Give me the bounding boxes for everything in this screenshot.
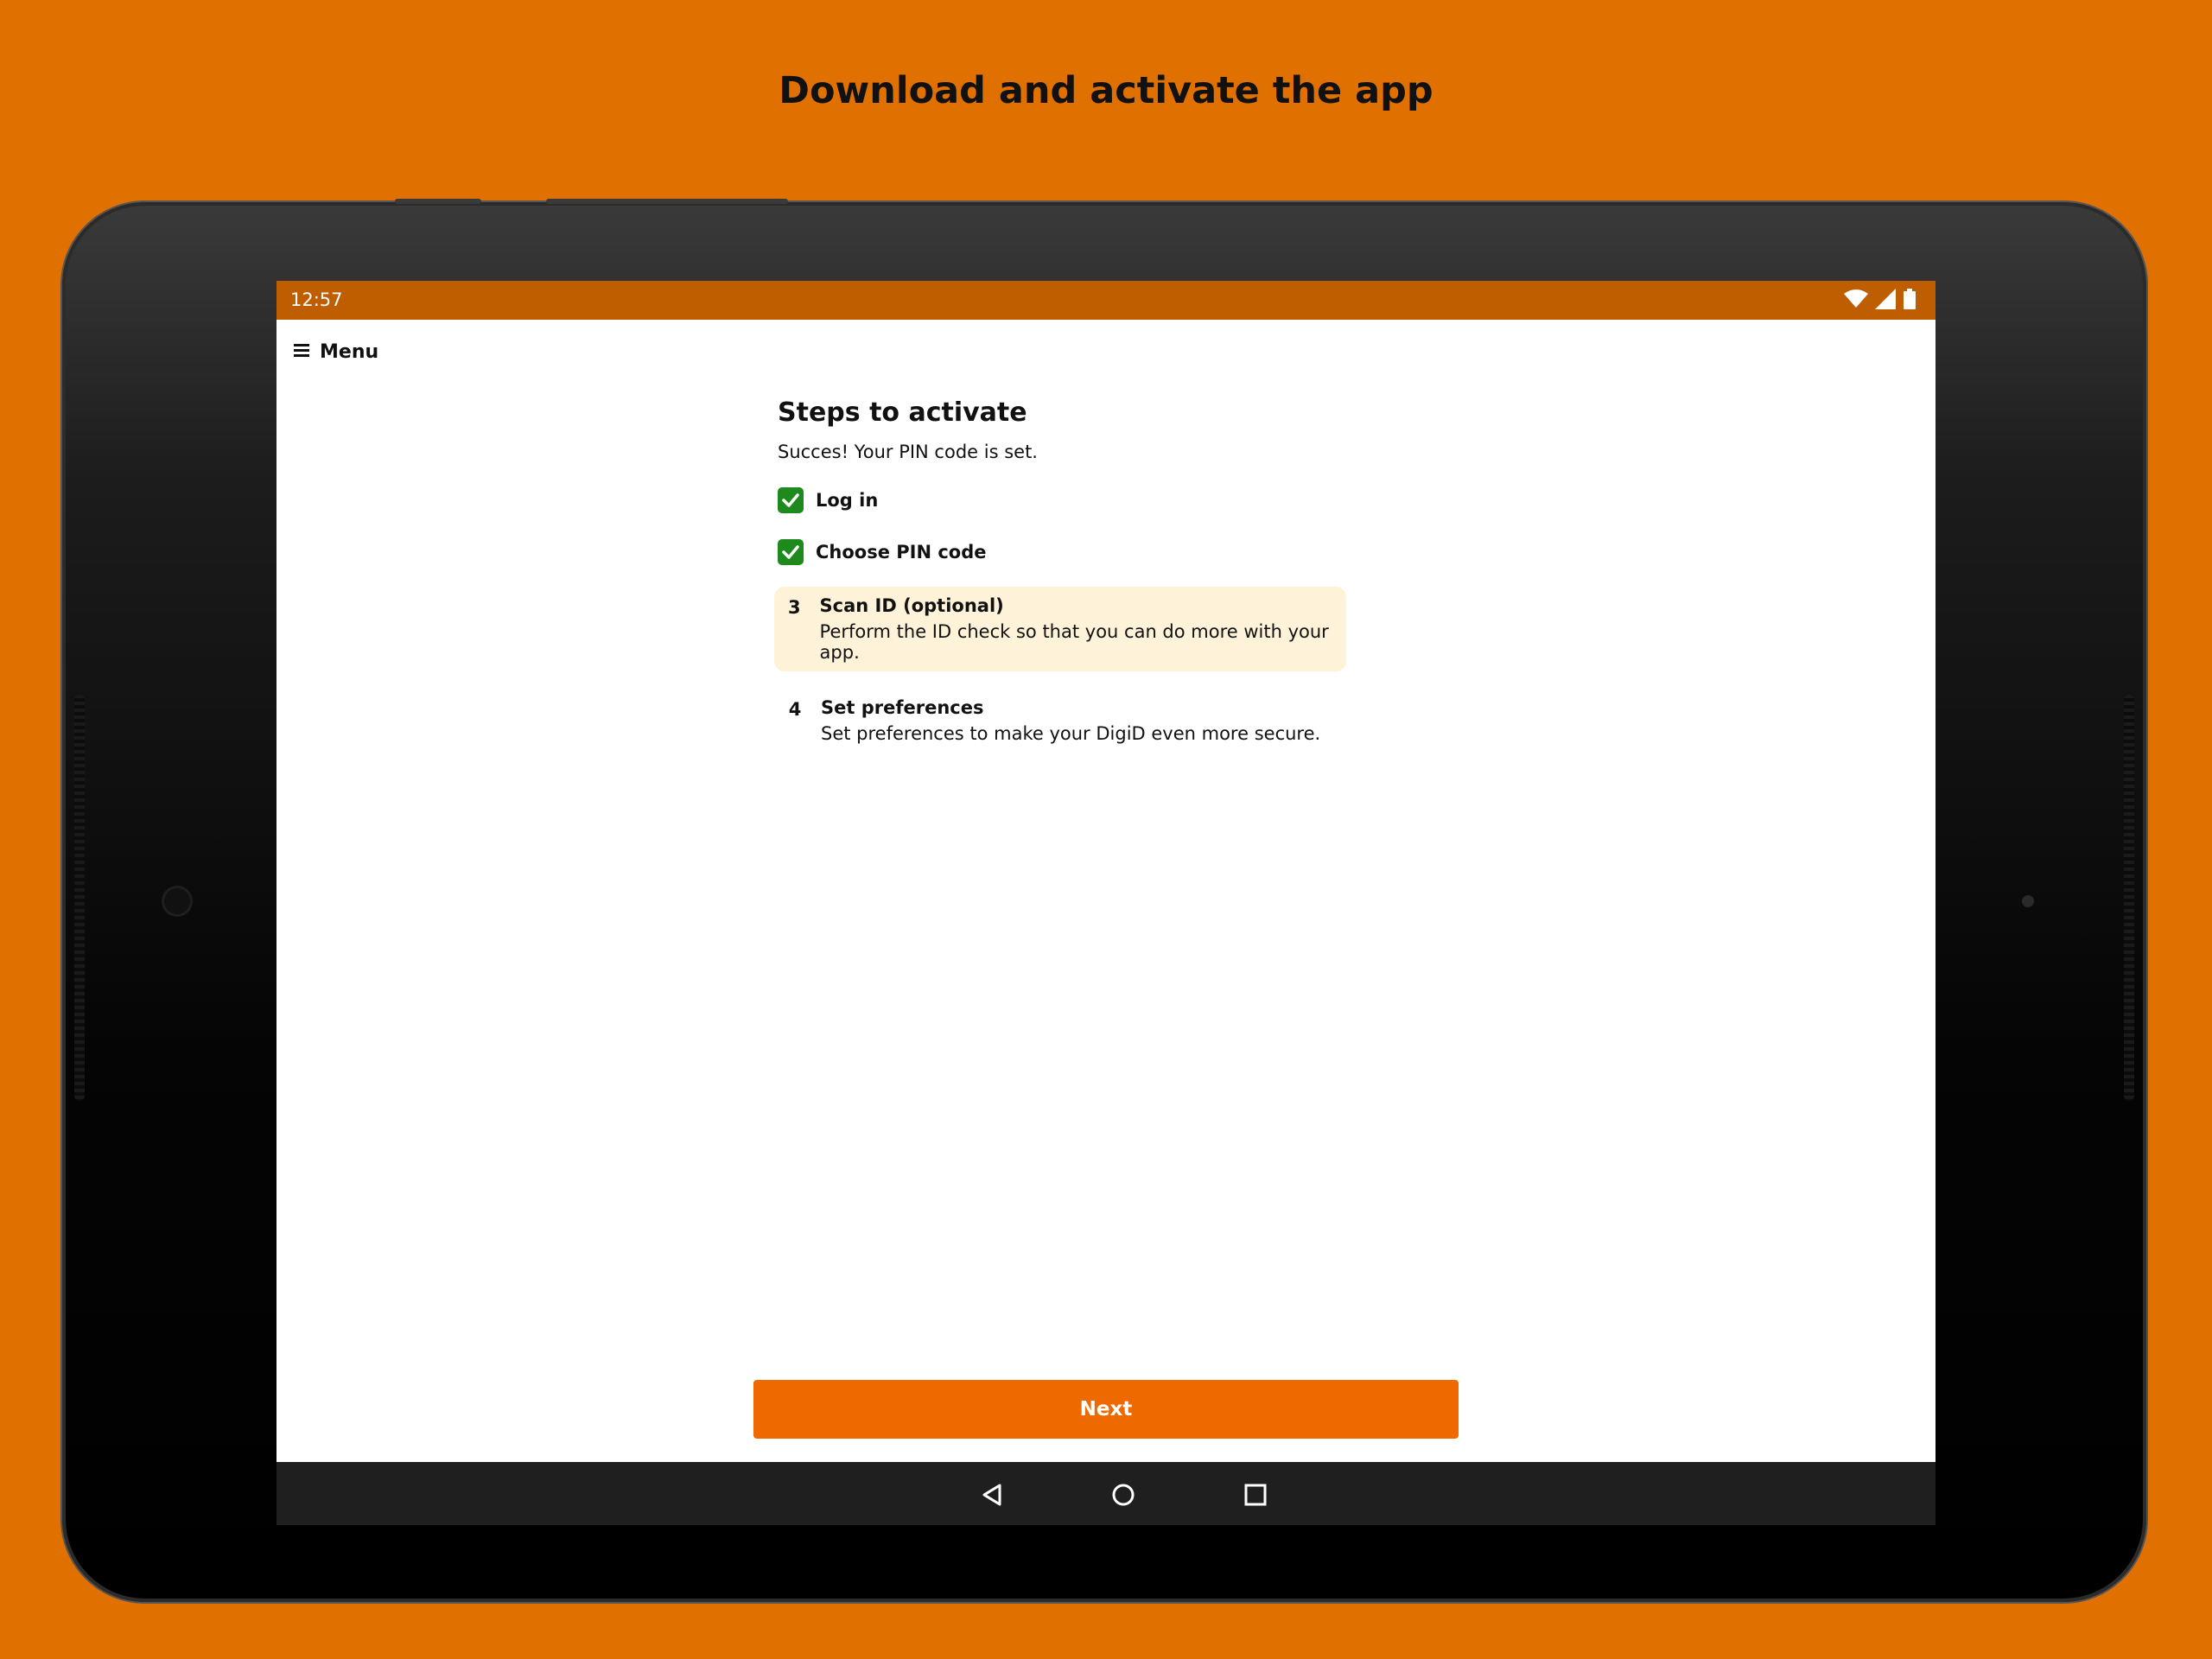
status-time: 12:57 xyxy=(290,289,343,310)
signal-icon xyxy=(1875,289,1896,314)
step-description: Set preferences to make your DigiD even … xyxy=(821,723,1321,744)
system-nav-bar xyxy=(276,1462,1936,1525)
checkmark-icon xyxy=(778,539,804,565)
menu-label: Menu xyxy=(320,341,379,363)
front-camera-icon xyxy=(164,888,190,914)
app-screen: 12:57 Menu Steps to activate Succes! You… xyxy=(276,281,1936,1525)
hamburger-icon xyxy=(294,343,309,361)
battery-icon xyxy=(1903,289,1916,314)
step-set-preferences: 4 Set preferences Set preferences to mak… xyxy=(774,689,1346,753)
step-title: Scan ID (optional) xyxy=(819,595,1004,616)
step-scan-id: 3 Scan ID (optional) Perform the ID chec… xyxy=(774,587,1346,671)
home-icon[interactable] xyxy=(1106,1478,1141,1512)
headline: Download and activate the app xyxy=(779,69,1433,112)
sensor-icon xyxy=(2022,895,2034,907)
right-speaker xyxy=(2124,695,2134,1101)
menu-button[interactable]: Menu xyxy=(294,341,378,363)
checkmark-icon xyxy=(778,487,804,513)
power-button xyxy=(546,199,788,204)
page-subtitle: Succes! Your PIN code is set. xyxy=(778,442,1038,462)
step-choose-pin: Choose PIN code xyxy=(778,538,1382,566)
step-log-in: Log in xyxy=(778,486,1382,514)
steps-panel: Steps to activate Succes! Your PIN code … xyxy=(774,397,1382,753)
step-number: 4 xyxy=(788,699,802,720)
page-title: Steps to activate xyxy=(778,397,1027,428)
step-description: Perform the ID check so that you can do … xyxy=(819,621,1329,663)
back-icon[interactable] xyxy=(975,1478,1009,1512)
status-bar: 12:57 xyxy=(276,281,1936,320)
next-button[interactable]: Next xyxy=(753,1380,1459,1439)
volume-button xyxy=(395,199,481,204)
step-label: Log in xyxy=(816,490,879,511)
step-label: Choose PIN code xyxy=(816,542,987,563)
step-number: 3 xyxy=(787,597,801,618)
wifi-icon xyxy=(1844,289,1868,313)
left-speaker xyxy=(74,695,85,1101)
step-title: Set preferences xyxy=(821,697,984,718)
recents-icon[interactable] xyxy=(1238,1478,1273,1512)
